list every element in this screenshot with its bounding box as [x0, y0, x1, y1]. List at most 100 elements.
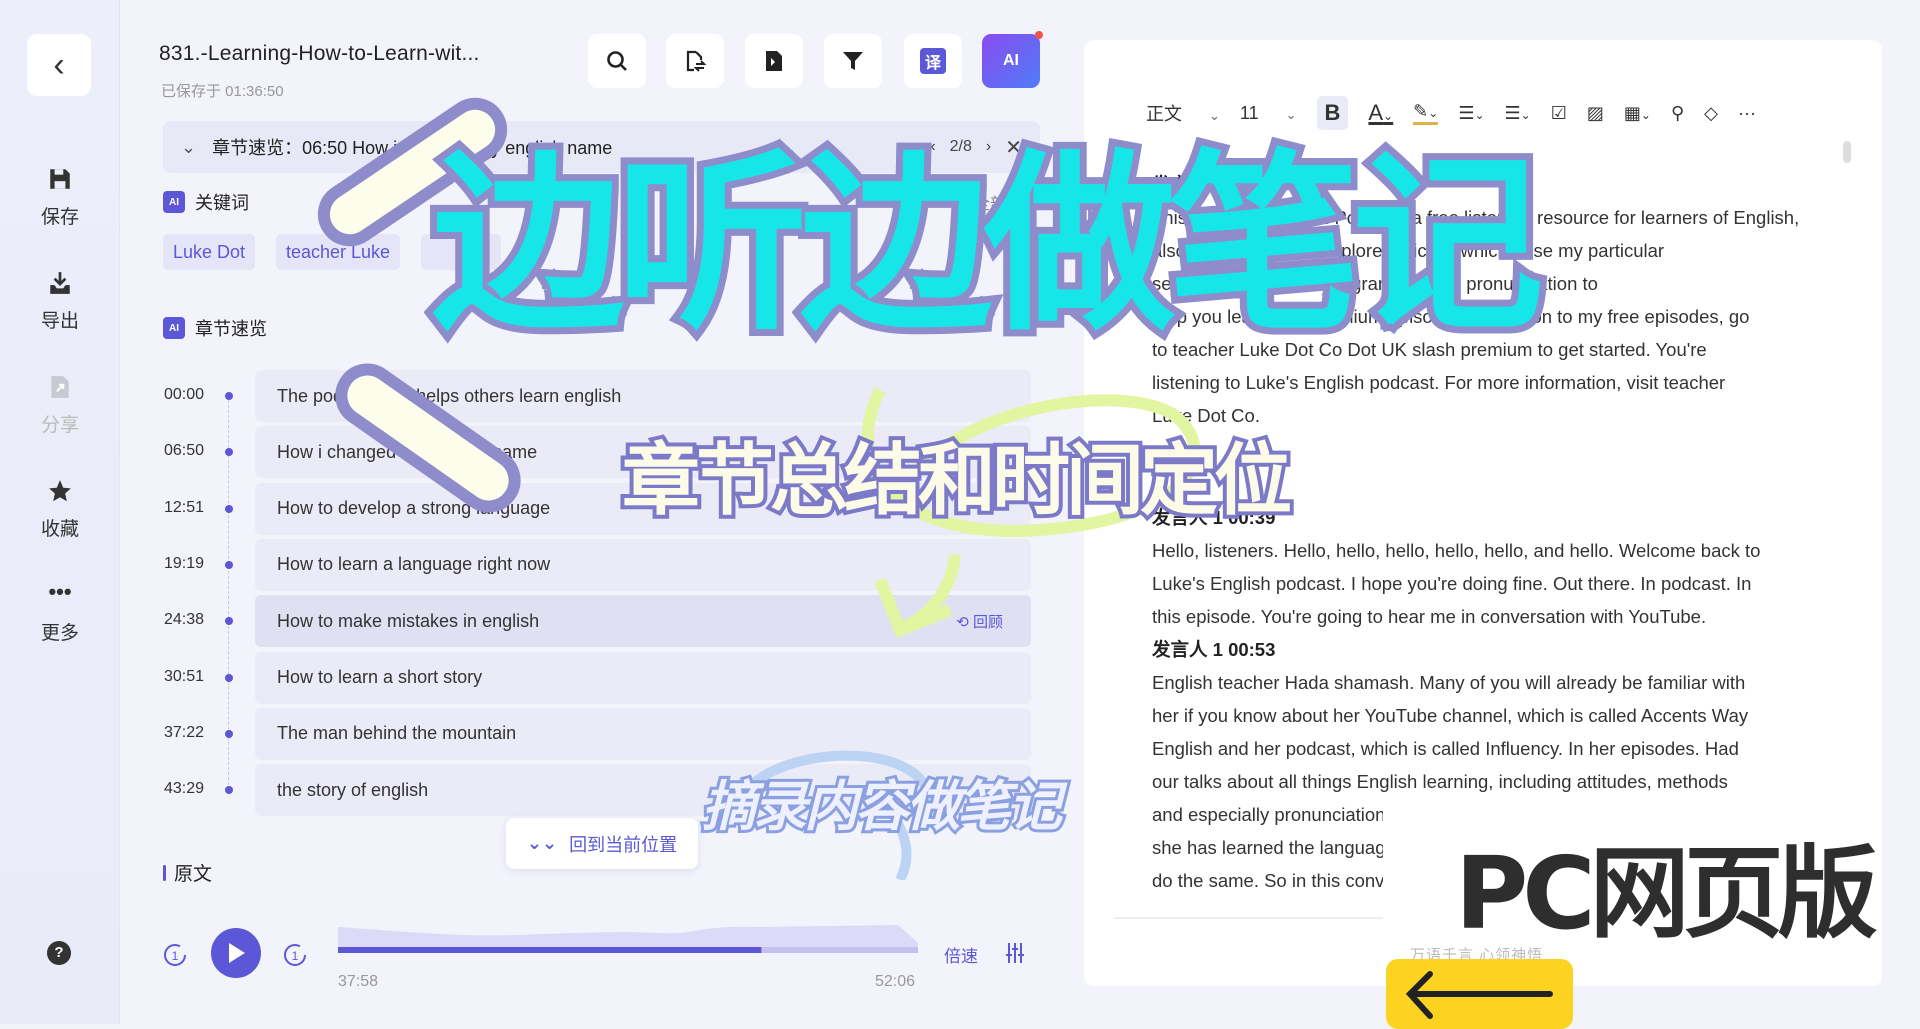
keywords-heading: AI 关键词	[163, 189, 249, 215]
chapter-time[interactable]: 37:22	[164, 724, 204, 742]
search-button[interactable]	[588, 34, 646, 88]
star-icon	[49, 480, 71, 502]
transcript-line: English and her podcast, which is called…	[1152, 738, 1739, 759]
chevron-left-icon: ‹	[53, 45, 65, 84]
bold-button[interactable]: B	[1316, 96, 1349, 130]
chapter-time[interactable]: 30:51	[164, 668, 204, 686]
saved-status: 已保存于 01:36:50	[161, 83, 284, 100]
chapter-item[interactable]: How to learn a short story	[255, 651, 1031, 704]
chapter-time[interactable]: 12:51	[164, 499, 204, 517]
filter-icon	[843, 52, 863, 70]
chapter-title: How to make mistakes in english	[277, 610, 540, 631]
format-painter-icon[interactable]: ⚲	[1671, 103, 1684, 124]
original-heading: 原文	[163, 859, 212, 886]
translate-button[interactable]: 译	[904, 34, 962, 88]
export-clip-button[interactable]	[745, 34, 803, 88]
sidebar-item-export[interactable]: 导出	[0, 270, 120, 333]
progress-fill	[338, 947, 762, 953]
chapter-time[interactable]: 24:38	[164, 611, 204, 629]
eraser-icon[interactable]: ◇	[1704, 103, 1718, 124]
rewind-icon[interactable]: 1	[162, 940, 188, 968]
transcript-line: her if you know about her YouTube channe…	[1152, 705, 1749, 726]
paragraph-style-select[interactable]: 正文 ⌄	[1146, 100, 1220, 126]
timeline-dot	[225, 786, 233, 795]
timeline-dot	[225, 617, 233, 626]
double-chevron-down-icon: ⌄⌄	[526, 833, 558, 853]
timeline-dot	[225, 504, 233, 513]
sidebar-item-save[interactable]: 保存	[0, 166, 120, 229]
original-title: 原文	[174, 864, 213, 885]
svg-text:1: 1	[172, 949, 179, 963]
chapter-title: How to learn a short story	[277, 667, 483, 687]
sidebar-item-share[interactable]: 分享	[0, 374, 120, 437]
scrollbar[interactable]	[1843, 141, 1851, 163]
search-icon	[607, 51, 627, 71]
chapters-heading: AI 章节速览	[163, 315, 267, 341]
replace-button[interactable]	[666, 34, 724, 88]
chapter-time[interactable]: 43:29	[164, 780, 204, 798]
highlight-icon[interactable]: ✎⌄	[1413, 101, 1439, 125]
table-icon[interactable]: ▦⌄	[1624, 103, 1651, 124]
forward-icon[interactable]: 1	[282, 940, 308, 968]
chapter-title: The podcast that helps others learn engl…	[277, 385, 622, 406]
transcript-line: our talks about all things English learn…	[1152, 771, 1728, 792]
font-size-select[interactable]: 11 ⌄	[1240, 103, 1297, 124]
timeline-dot	[225, 673, 233, 682]
download-icon	[50, 272, 70, 294]
timeline-dot	[225, 560, 233, 569]
back-to-current-button[interactable]: ⌄⌄ 回到当前位置	[506, 818, 698, 869]
back-to-current-label: 回到当前位置	[569, 834, 678, 855]
ordered-list-icon[interactable]: ☰⌄	[1458, 103, 1484, 124]
back-button[interactable]: ‹	[27, 34, 91, 96]
filter-button[interactable]	[824, 34, 882, 88]
svg-text:1: 1	[292, 949, 299, 963]
keyword-chip[interactable]: Luke Dot	[163, 234, 256, 270]
play-icon	[229, 943, 245, 963]
keywords-title: 关键词	[195, 193, 249, 213]
editor-toolbar: 正文 ⌄ 11 ⌄ B A⌄ ✎⌄ ☰⌄ ☰⌄ ☑ ▨ ▦⌄ ⚲ ◇ ···	[1146, 96, 1756, 130]
platform-overlay: PC网页版	[1455, 835, 1878, 952]
transcript-line: English teacher Hada shamash. Many of yo…	[1152, 672, 1746, 693]
sidebar-item-favorite[interactable]: 收藏	[0, 478, 120, 541]
back-arrow-sticker	[1386, 959, 1573, 1029]
timeline-dot	[225, 729, 233, 738]
current-time: 37:58	[338, 973, 379, 990]
more-icon: •••	[48, 579, 72, 604]
save-icon	[50, 169, 70, 189]
sidebar-item-more[interactable]: ••• 更多	[0, 579, 120, 645]
checkbox-icon[interactable]: ☑	[1551, 103, 1567, 124]
share-icon	[51, 376, 69, 398]
ai-icon: AI	[163, 191, 185, 213]
chevron-down-icon[interactable]: ⌄	[181, 137, 196, 158]
document-swap-icon	[686, 50, 707, 72]
divider	[1114, 917, 1384, 919]
translate-icon: 译	[920, 48, 946, 74]
chapter-title: The man behind the mountain	[277, 723, 517, 744]
arrow-left-icon	[1405, 971, 1553, 1019]
heading-marker	[163, 864, 166, 881]
waveform-scrubber[interactable]	[338, 925, 918, 959]
chapter-time[interactable]: 06:50	[164, 442, 204, 460]
image-icon[interactable]: ▨	[1587, 103, 1604, 124]
chapter-time[interactable]: 19:19	[164, 555, 204, 573]
ai-assistant-button[interactable]: AI	[982, 31, 1043, 88]
total-time: 52:06	[875, 973, 916, 990]
chapter-time[interactable]: 00:00	[164, 386, 204, 404]
timeline-dot	[225, 448, 233, 457]
document-title: 831.-Learning-How-to-Learn-wit...	[159, 42, 480, 65]
notification-dot	[1035, 31, 1043, 39]
bullet-list-icon[interactable]: ☰⌄	[1505, 103, 1531, 124]
more-options-icon[interactable]: ···	[1738, 103, 1756, 124]
text-color-icon[interactable]: A⌄	[1368, 100, 1393, 126]
file-arrow-icon	[766, 51, 782, 71]
chapter-title: How to learn a language right now	[277, 554, 551, 575]
speed-button[interactable]: 倍速	[944, 942, 978, 967]
excerpt-overlay: 摘录内容做笔记	[699, 772, 1065, 841]
ai-icon: AI	[163, 317, 185, 339]
timeline-dot	[225, 392, 233, 400]
headline-overlay: 边听边做笔记	[425, 134, 1551, 357]
equalizer-icon[interactable]	[1005, 942, 1025, 964]
subtitle-overlay: 章节总结和时间定位	[618, 432, 1296, 530]
help-icon[interactable]: ?	[47, 941, 71, 965]
play-button[interactable]	[211, 928, 261, 978]
